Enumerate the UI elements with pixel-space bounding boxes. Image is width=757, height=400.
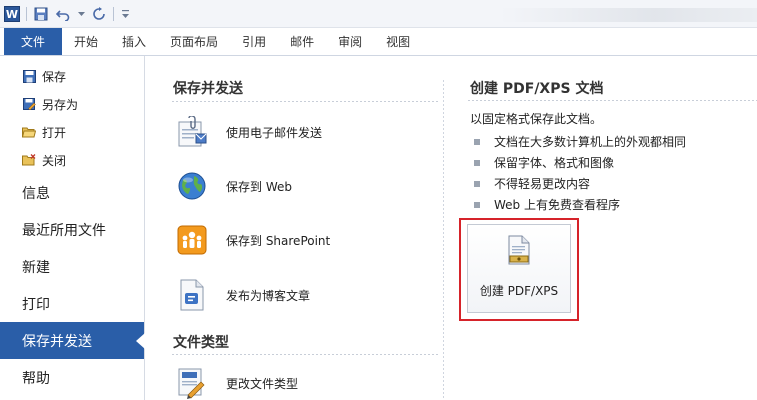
word-app-icon[interactable]: W bbox=[4, 6, 20, 22]
bullet-icon bbox=[474, 201, 480, 208]
repeat-icon[interactable] bbox=[91, 6, 107, 22]
backstage-nav: 保存 另存为 打开 关闭 信息 最近所用文件 新建 打印 保存并发送 帮助 bbox=[0, 56, 145, 400]
option-label: 更改文件类型 bbox=[226, 376, 299, 391]
nav-item-label: 保存 bbox=[42, 69, 67, 84]
nav-item-new[interactable]: 新建 bbox=[0, 248, 144, 285]
list-item-text: 不得轻易更改内容 bbox=[494, 177, 591, 191]
tab-view[interactable]: 视图 bbox=[374, 28, 422, 55]
list-item: 保留字体、格式和图像 bbox=[474, 152, 686, 173]
section-divider bbox=[172, 101, 438, 102]
save-icon[interactable] bbox=[33, 6, 49, 22]
option-save-to-sharepoint[interactable]: 保存到 SharePoint bbox=[174, 217, 436, 263]
tab-mailings[interactable]: 邮件 bbox=[278, 28, 326, 55]
nav-item-label: 关闭 bbox=[42, 153, 67, 168]
nav-item-info[interactable]: 信息 bbox=[0, 174, 144, 211]
ribbon-tabs: 文件 开始 插入 页面布局 引用 邮件 审阅 视图 bbox=[0, 28, 757, 56]
list-item-text: Web 上有免费查看程序 bbox=[494, 198, 620, 212]
nav-item-print[interactable]: 打印 bbox=[0, 285, 144, 322]
option-label: 发布为博客文章 bbox=[226, 288, 311, 303]
email-attachment-icon bbox=[174, 114, 210, 150]
bullet-icon bbox=[474, 180, 480, 187]
option-send-email[interactable]: 使用电子邮件发送 bbox=[174, 109, 436, 155]
panel-description: 以固定格式保存此文档。 bbox=[470, 112, 603, 126]
option-publish-blog[interactable]: 发布为博客文章 bbox=[174, 272, 436, 318]
pdf-xps-document-icon bbox=[507, 235, 531, 268]
quick-access-toolbar: W bbox=[4, 4, 130, 24]
close-folder-icon bbox=[22, 153, 36, 167]
tab-review[interactable]: 审阅 bbox=[326, 28, 374, 55]
create-pdf-xps-button[interactable]: 创建 PDF/XPS bbox=[467, 224, 571, 313]
qat-separator bbox=[113, 7, 114, 21]
option-change-file-type[interactable]: 更改文件类型 bbox=[174, 360, 436, 400]
save-as-icon bbox=[22, 97, 36, 111]
option-label: 保存到 Web bbox=[226, 179, 292, 194]
tab-home[interactable]: 开始 bbox=[62, 28, 110, 55]
list-item: 文档在大多数计算机上的外观都相同 bbox=[474, 131, 686, 152]
bullet-icon bbox=[474, 159, 480, 166]
tab-references[interactable]: 引用 bbox=[230, 28, 278, 55]
blog-post-icon bbox=[174, 277, 210, 313]
change-file-type-icon bbox=[174, 365, 210, 400]
nav-item-save-and-send[interactable]: 保存并发送 bbox=[0, 322, 145, 359]
tab-insert[interactable]: 插入 bbox=[110, 28, 158, 55]
pdf-xps-panel: 创建 PDF/XPS 文档 以固定格式保存此文档。 文档在大多数计算机上的外观都… bbox=[458, 56, 757, 400]
nav-item-help[interactable]: 帮助 bbox=[0, 359, 144, 396]
option-label: 使用电子邮件发送 bbox=[226, 125, 323, 140]
sharepoint-icon bbox=[174, 222, 210, 258]
section-title-file-types: 文件类型 bbox=[173, 335, 229, 351]
list-item-text: 文档在大多数计算机上的外观都相同 bbox=[494, 135, 687, 149]
nav-item-save[interactable]: 保存 bbox=[0, 62, 144, 90]
list-item: Web 上有免费查看程序 bbox=[474, 194, 686, 215]
save-send-options: 保存并发送 使用电子邮件发送 保存到 Web 保存到 SharePoint 发布… bbox=[158, 56, 438, 400]
customize-qat-icon[interactable] bbox=[120, 6, 130, 22]
panel-divider bbox=[468, 100, 757, 101]
open-folder-icon bbox=[22, 125, 36, 139]
bullet-icon bbox=[474, 138, 480, 145]
list-item: 不得轻易更改内容 bbox=[474, 173, 686, 194]
title-bar: W bbox=[0, 0, 757, 28]
feature-list: 文档在大多数计算机上的外观都相同 保留字体、格式和图像 不得轻易更改内容 Web… bbox=[474, 131, 686, 215]
nav-item-close[interactable]: 关闭 bbox=[0, 146, 144, 174]
option-label: 保存到 SharePoint bbox=[226, 233, 331, 248]
list-item-text: 保留字体、格式和图像 bbox=[494, 156, 615, 170]
panel-title: 创建 PDF/XPS 文档 bbox=[470, 81, 604, 97]
qat-separator bbox=[26, 7, 27, 21]
column-separator bbox=[443, 80, 444, 400]
undo-icon[interactable] bbox=[55, 6, 71, 22]
create-pdf-xps-label: 创建 PDF/XPS bbox=[479, 284, 559, 298]
nav-item-open[interactable]: 打开 bbox=[0, 118, 144, 146]
nav-item-recent[interactable]: 最近所用文件 bbox=[0, 211, 144, 248]
nav-item-label: 另存为 bbox=[42, 97, 79, 112]
nav-item-label: 打开 bbox=[42, 125, 67, 140]
section-divider bbox=[172, 354, 438, 355]
option-save-to-web[interactable]: 保存到 Web bbox=[174, 163, 436, 209]
title-text-blurred bbox=[500, 8, 757, 22]
tab-page-layout[interactable]: 页面布局 bbox=[158, 28, 230, 55]
save-icon bbox=[22, 69, 36, 83]
section-title-save-send: 保存并发送 bbox=[173, 81, 243, 97]
nav-item-save-as[interactable]: 另存为 bbox=[0, 90, 144, 118]
globe-icon bbox=[174, 168, 210, 204]
undo-dropdown-icon[interactable] bbox=[77, 6, 85, 22]
tab-file[interactable]: 文件 bbox=[4, 28, 63, 55]
